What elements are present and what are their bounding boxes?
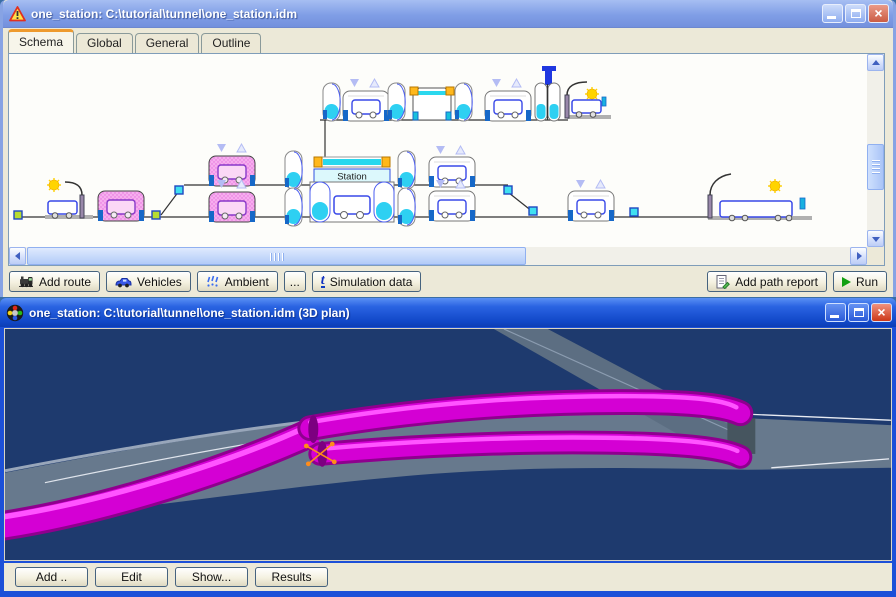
scroll-down-button[interactable]: [867, 230, 884, 247]
run-button[interactable]: Run: [833, 271, 887, 292]
station-label: Station: [337, 172, 367, 183]
horizontal-scrollbar[interactable]: [9, 247, 867, 265]
vehicles-button[interactable]: Vehicles: [106, 271, 191, 292]
minimize-button[interactable]: [825, 303, 846, 322]
tab-schema[interactable]: Schema: [8, 29, 74, 53]
top-branch[interactable]: [323, 66, 611, 121]
tunnel-segment-pink[interactable]: [209, 192, 255, 222]
simulation-data-button[interactable]: t Simulation data: [312, 271, 422, 292]
show-button[interactable]: Show...: [175, 567, 248, 587]
horizontal-scroll-thumb[interactable]: [27, 247, 526, 265]
station[interactable]: Station: [310, 157, 394, 222]
junction-node[interactable]: [152, 211, 160, 219]
junction-node[interactable]: [630, 208, 638, 216]
report-icon: [716, 275, 730, 289]
more-button[interactable]: ...: [284, 271, 306, 292]
junction-node[interactable]: [529, 207, 537, 215]
simulation-data-icon: t: [321, 275, 325, 288]
tunnel-segment[interactable]: [568, 191, 614, 221]
results-button[interactable]: Results: [255, 567, 328, 587]
train-icon: [18, 275, 34, 288]
add-button[interactable]: Add ..: [15, 567, 88, 587]
plan-window: one_station: C:\tutorial\tunnel\one_stat…: [0, 298, 896, 597]
maximize-button[interactable]: [845, 4, 866, 23]
edit-button[interactable]: Edit: [95, 567, 168, 587]
main-rows[interactable]: Station: [14, 144, 812, 226]
rain-icon: [206, 275, 220, 288]
scroll-up-button[interactable]: [867, 54, 884, 71]
maximize-button[interactable]: [848, 303, 869, 322]
vehicle[interactable]: [572, 100, 601, 117]
close-button[interactable]: ×: [871, 303, 892, 322]
tab-bar: Schema Global General Outline: [8, 29, 890, 53]
close-button[interactable]: ×: [868, 4, 889, 23]
fan-segment[interactable]: [535, 66, 560, 121]
ambient-button[interactable]: Ambient: [197, 271, 278, 292]
add-path-report-button[interactable]: Add path report: [707, 271, 827, 292]
tunnel-segment[interactable]: [429, 157, 475, 187]
tunnel-segment[interactable]: [429, 191, 475, 221]
tunnel-segment-pink[interactable]: [98, 191, 144, 221]
window-title: one_station: C:\tutorial\tunnel\one_stat…: [26, 7, 820, 21]
add-route-button[interactable]: Add route: [9, 271, 100, 292]
vertical-scroll-thumb[interactable]: [867, 144, 884, 190]
scroll-right-button[interactable]: [850, 247, 867, 265]
top-right-portal[interactable]: [565, 82, 611, 119]
sun-icon: [585, 87, 599, 101]
sun-icon: [47, 178, 61, 192]
desktop: one_station: C:\tutorial\tunnel\one_stat…: [0, 0, 896, 597]
right-portal[interactable]: [708, 174, 812, 221]
scroll-corner: [867, 247, 884, 265]
schema-toolbar: Add route Vehicles: [9, 269, 887, 294]
junction-node[interactable]: [14, 211, 22, 219]
plan-viewport: [4, 328, 892, 561]
tab-outline[interactable]: Outline: [201, 33, 261, 53]
plan-toolbar: Add .. Edit Show... Results: [4, 563, 892, 591]
scroll-left-button[interactable]: [9, 247, 26, 265]
vertical-scrollbar[interactable]: [867, 54, 884, 247]
tab-general[interactable]: General: [135, 33, 200, 53]
minimize-button[interactable]: [822, 4, 843, 23]
plan-titlebar: one_station: C:\tutorial\tunnel\one_stat…: [0, 298, 896, 327]
tunnel-segment-pink[interactable]: [209, 156, 255, 186]
window-title: one_station: C:\tutorial\tunnel\one_stat…: [24, 306, 823, 320]
left-portal[interactable]: [45, 178, 93, 219]
sun-icon: [768, 179, 782, 193]
app-icon: [6, 304, 24, 322]
tab-global[interactable]: Global: [76, 33, 133, 53]
junction-node[interactable]: [504, 186, 512, 194]
schema-canvas[interactable]: Station: [9, 54, 867, 247]
plan-3d-view[interactable]: [5, 329, 891, 560]
schema-window: one_station: C:\tutorial\tunnel\one_stat…: [0, 0, 896, 297]
run-icon: [842, 277, 851, 287]
schema-titlebar: one_station: C:\tutorial\tunnel\one_stat…: [3, 0, 893, 28]
schema-frame: Station: [8, 53, 885, 266]
warning-icon: [9, 6, 26, 22]
car-icon: [115, 276, 132, 288]
cube-segment[interactable]: [410, 87, 454, 120]
junction-node[interactable]: [175, 186, 183, 194]
